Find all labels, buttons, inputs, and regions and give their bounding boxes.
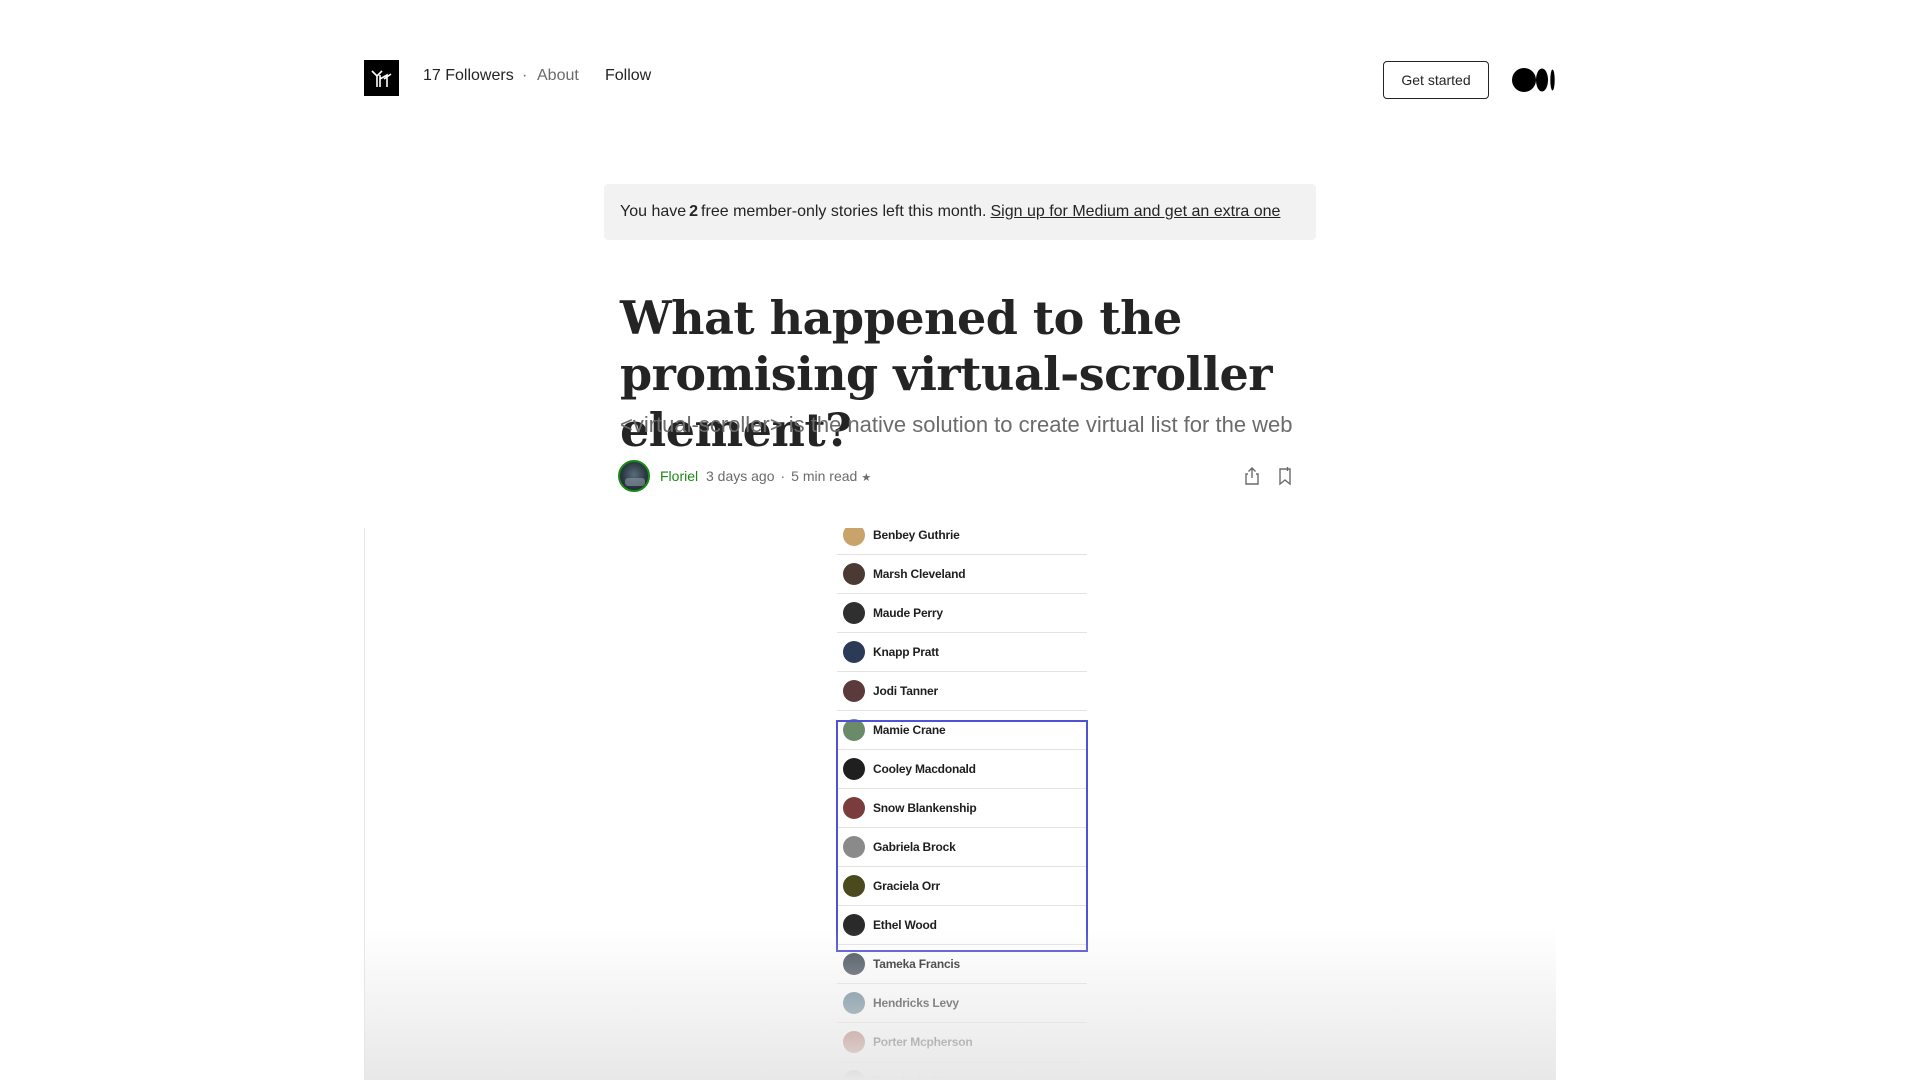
list-item-name: Porter Mcpherson xyxy=(873,1035,973,1049)
list-item: Gabriela Brock xyxy=(837,828,1087,867)
publication-logo[interactable] xyxy=(364,60,399,96)
list-item: Mamie Crane xyxy=(837,711,1087,750)
list-item: Tameka Francis xyxy=(837,945,1087,984)
list-item-avatar xyxy=(843,680,865,702)
author-avatar[interactable] xyxy=(618,460,650,492)
hero-image: Benbey Guthrie Marsh Cleveland Maude Perry… xyxy=(364,528,1556,1080)
list-item-avatar xyxy=(843,953,865,975)
list-item-name: Jodi Tanner xyxy=(873,684,938,698)
list-item-avatar xyxy=(843,914,865,936)
list-item-avatar xyxy=(843,563,865,585)
list-item: Knapp Pratt xyxy=(837,633,1087,672)
list-item-avatar xyxy=(843,992,865,1014)
article-meta: 3 days ago · 5 min read ★ xyxy=(706,468,871,484)
follow-button[interactable]: Follow xyxy=(605,67,651,85)
list-item-avatar xyxy=(843,719,865,741)
list-item-avatar xyxy=(843,1031,865,1053)
list-item-name: Tameka Francis xyxy=(873,957,961,971)
share-icon[interactable] xyxy=(1242,466,1262,486)
list-item-name: Benbey Guthrie xyxy=(873,528,960,542)
meta-separator: · xyxy=(780,468,786,484)
list-item: Jodi Tanner xyxy=(837,672,1087,711)
member-stories-banner: You have 2 free member-only stories left… xyxy=(604,184,1316,240)
posted-time: 3 days ago xyxy=(706,468,775,484)
list-item-avatar xyxy=(843,836,865,858)
member-only-star-icon: ★ xyxy=(861,472,872,484)
banner-prefix: You have xyxy=(620,203,687,220)
list-item-name: Mamie Crane xyxy=(873,723,946,737)
list-item: Benbey Guthrie xyxy=(837,528,1087,555)
bookmark-icon[interactable] xyxy=(1275,466,1295,486)
sign-up-link[interactable]: Sign up for Medium and get an extra one xyxy=(990,203,1280,221)
list-item-avatar xyxy=(843,758,865,780)
list-item: Cooley Macdonald xyxy=(837,750,1087,789)
article-byline: Floriel 3 days ago · 5 min read ★ xyxy=(618,460,1298,492)
list-item-name: Gabriela Brock xyxy=(873,840,956,854)
list-item: Graciela Orr xyxy=(837,867,1087,906)
list-item-avatar xyxy=(843,797,865,819)
list-item-name: Snow Blankenship xyxy=(873,801,977,815)
list-item: Snow Blankenship xyxy=(837,789,1087,828)
medium-logo-icon[interactable] xyxy=(1512,67,1556,93)
list-item-name: Rosalie Noble xyxy=(873,1074,950,1080)
list-item-name: Ethel Wood xyxy=(873,918,937,932)
publication-header: 17 Followers · About Follow Get started xyxy=(364,60,1556,100)
get-started-button[interactable]: Get started xyxy=(1383,61,1489,99)
read-time: 5 min read xyxy=(791,468,858,484)
list-item-name: Maude Perry xyxy=(873,606,943,620)
list-item-name: Hendricks Levy xyxy=(873,996,959,1010)
list-item-name: Marsh Cleveland xyxy=(873,567,966,581)
list-item: Ethel Wood xyxy=(837,906,1087,945)
virtual-list-illustration: Benbey Guthrie Marsh Cleveland Maude Perry… xyxy=(837,528,1087,1080)
header-separator: · xyxy=(522,67,528,84)
list-item: Maude Perry xyxy=(837,594,1087,633)
list-item-avatar xyxy=(843,875,865,897)
list-item: Rosalie Noble xyxy=(837,1062,1087,1080)
followers-count[interactable]: 17 Followers xyxy=(423,67,514,85)
list-item-avatar xyxy=(843,602,865,624)
list-item-name: Graciela Orr xyxy=(873,879,940,893)
list-item: Porter Mcpherson xyxy=(837,1023,1087,1062)
list-item-name: Cooley Macdonald xyxy=(873,762,976,776)
list-item: Hendricks Levy xyxy=(837,984,1087,1023)
list-item-avatar xyxy=(843,1070,865,1080)
publication-logo-icon xyxy=(370,70,391,87)
list-item-avatar xyxy=(843,641,865,663)
list-item-avatar xyxy=(843,528,865,546)
list-item-name: Knapp Pratt xyxy=(873,645,939,659)
banner-count: 2 xyxy=(689,203,699,220)
about-link[interactable]: About xyxy=(537,67,579,85)
article-subtitle: <virtual-scroller> is the native solutio… xyxy=(620,412,1293,437)
banner-suffix: free member-only stories left this month… xyxy=(701,203,987,220)
author-name-link[interactable]: Floriel xyxy=(660,468,698,484)
list-item: Marsh Cleveland xyxy=(837,555,1087,594)
